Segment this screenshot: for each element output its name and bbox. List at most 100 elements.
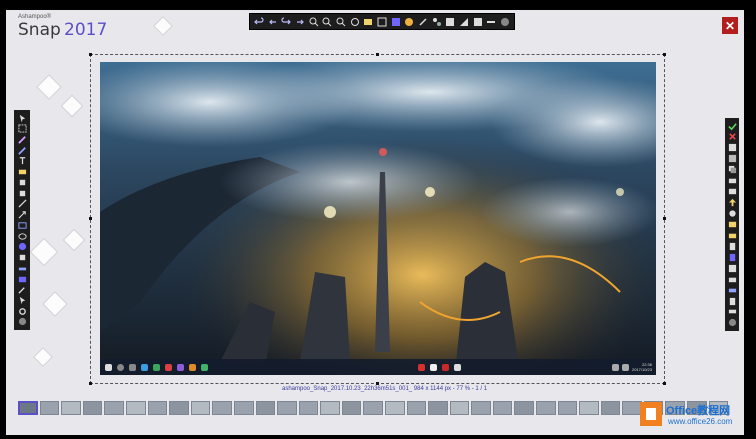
- print-icon[interactable]: [727, 176, 737, 186]
- brush-icon[interactable]: [17, 188, 27, 198]
- thumbnail-item[interactable]: [536, 400, 556, 415]
- more-icon[interactable]: [727, 307, 737, 317]
- eraser-icon[interactable]: [17, 177, 27, 187]
- effects-icon[interactable]: [418, 17, 428, 27]
- thumbnail-item[interactable]: [190, 400, 211, 415]
- taskbar-clock[interactable]: 22:36 2017/10/23: [632, 362, 652, 372]
- blur-icon[interactable]: [459, 17, 469, 27]
- thumbnail-item[interactable]: [492, 400, 513, 415]
- stamp-icon[interactable]: [17, 253, 27, 263]
- share-icon[interactable]: [727, 209, 737, 219]
- app-icon-orange[interactable]: [189, 363, 196, 371]
- thumbnail-item[interactable]: [18, 400, 38, 415]
- thumbnail-item[interactable]: [428, 400, 448, 415]
- resize-handle-nw[interactable]: [89, 53, 92, 56]
- help-icon[interactable]: [727, 318, 737, 328]
- new-icon[interactable]: [727, 252, 737, 262]
- resize-handle-ne[interactable]: [663, 53, 666, 56]
- highlight-icon[interactable]: [17, 263, 27, 273]
- redo-icon[interactable]: [281, 16, 292, 27]
- app-icon-green[interactable]: [201, 363, 208, 371]
- volume-icon[interactable]: [621, 363, 629, 371]
- thumbnail-item[interactable]: [147, 400, 168, 415]
- browser-icon[interactable]: [141, 363, 148, 371]
- frame-icon[interactable]: [473, 17, 483, 27]
- resize-handle-n[interactable]: [376, 53, 379, 56]
- resize-handle-se[interactable]: [663, 382, 666, 385]
- search-icon[interactable]: [117, 363, 124, 371]
- thumbnail-item[interactable]: [212, 400, 232, 415]
- drive-icon[interactable]: [727, 285, 737, 295]
- line-icon[interactable]: [17, 199, 27, 209]
- confirm-icon[interactable]: [727, 121, 737, 131]
- select-area-icon[interactable]: [17, 124, 27, 134]
- thumbnail-item[interactable]: [579, 400, 599, 415]
- color-picker-icon[interactable]: [404, 17, 414, 27]
- app-icon-white2[interactable]: [454, 363, 461, 371]
- ellipse-icon[interactable]: [17, 231, 27, 241]
- thumbnail-item[interactable]: [298, 400, 319, 415]
- save-as-icon[interactable]: [727, 154, 737, 164]
- thumbnail-item[interactable]: [169, 400, 189, 415]
- thumbnail-item[interactable]: [320, 400, 340, 415]
- email-icon[interactable]: [727, 187, 737, 197]
- thumbnail-item[interactable]: [449, 400, 470, 415]
- app-icon-white[interactable]: [430, 363, 437, 371]
- thumbnail-item[interactable]: [277, 400, 297, 415]
- template-icon[interactable]: [727, 263, 737, 273]
- rectangle-icon[interactable]: [17, 220, 27, 230]
- thumbnail-item[interactable]: [341, 400, 362, 415]
- start-icon[interactable]: [105, 363, 112, 371]
- captured-screenshot[interactable]: 22:36 2017/10/23: [100, 62, 656, 375]
- color-fill-icon[interactable]: [17, 167, 27, 177]
- save-icon[interactable]: [727, 143, 737, 153]
- help-icon[interactable]: [17, 317, 27, 327]
- zoom-fit-icon[interactable]: [336, 17, 346, 27]
- chrome-icon[interactable]: [153, 363, 160, 371]
- folder-icon[interactable]: [727, 274, 737, 284]
- app-icon-red3[interactable]: [442, 363, 449, 371]
- draw-icon[interactable]: [17, 134, 27, 144]
- rotate-icon[interactable]: [350, 17, 360, 27]
- move-icon[interactable]: [17, 113, 27, 123]
- redo-all-icon[interactable]: [295, 17, 305, 27]
- thumbnail-item[interactable]: [384, 400, 405, 415]
- undo-all-icon[interactable]: [268, 17, 278, 27]
- thumbnail-item[interactable]: [600, 400, 621, 415]
- resize-handle-w[interactable]: [89, 217, 92, 220]
- thumbnail-item[interactable]: [104, 400, 125, 415]
- thumbnail-item[interactable]: [126, 400, 146, 415]
- select-icon[interactable]: [391, 17, 401, 27]
- cursor-icon[interactable]: [17, 295, 27, 305]
- network-icon[interactable]: [611, 363, 619, 371]
- app-icon-purple[interactable]: [177, 363, 184, 371]
- thumbnail-item[interactable]: [233, 400, 254, 415]
- options-icon[interactable]: [486, 17, 496, 27]
- blur-tool-icon[interactable]: [17, 274, 27, 284]
- pipette-icon[interactable]: [17, 285, 27, 295]
- resize-handle-sw[interactable]: [89, 382, 92, 385]
- thumbnail-item[interactable]: [471, 400, 491, 415]
- zoom-in-icon[interactable]: [309, 17, 319, 27]
- resize-canvas-icon[interactable]: [377, 17, 387, 27]
- app-icon-red2[interactable]: [418, 363, 425, 371]
- resize-handle-e[interactable]: [663, 217, 666, 220]
- numbering-icon[interactable]: [17, 242, 27, 252]
- thumbnail-item[interactable]: [61, 400, 81, 415]
- discard-icon[interactable]: [727, 132, 737, 142]
- clipboard-icon[interactable]: [727, 296, 737, 306]
- zoom-out-icon[interactable]: [322, 17, 332, 27]
- resize-handle-s[interactable]: [376, 382, 379, 385]
- thumbnail-item[interactable]: [406, 400, 427, 415]
- open-folder-icon[interactable]: [727, 230, 737, 240]
- task-view-icon[interactable]: [129, 363, 136, 371]
- settings-icon[interactable]: [17, 306, 27, 316]
- thumbnail-item[interactable]: [39, 400, 60, 415]
- thumbnail-item[interactable]: [363, 400, 383, 415]
- marker-icon[interactable]: [17, 145, 27, 155]
- close-button[interactable]: ✕: [722, 17, 738, 34]
- copy-icon[interactable]: [727, 165, 737, 175]
- thumbnail-item[interactable]: [514, 400, 535, 415]
- thumbnail-item[interactable]: [557, 400, 578, 415]
- sharpen-icon[interactable]: [445, 17, 455, 27]
